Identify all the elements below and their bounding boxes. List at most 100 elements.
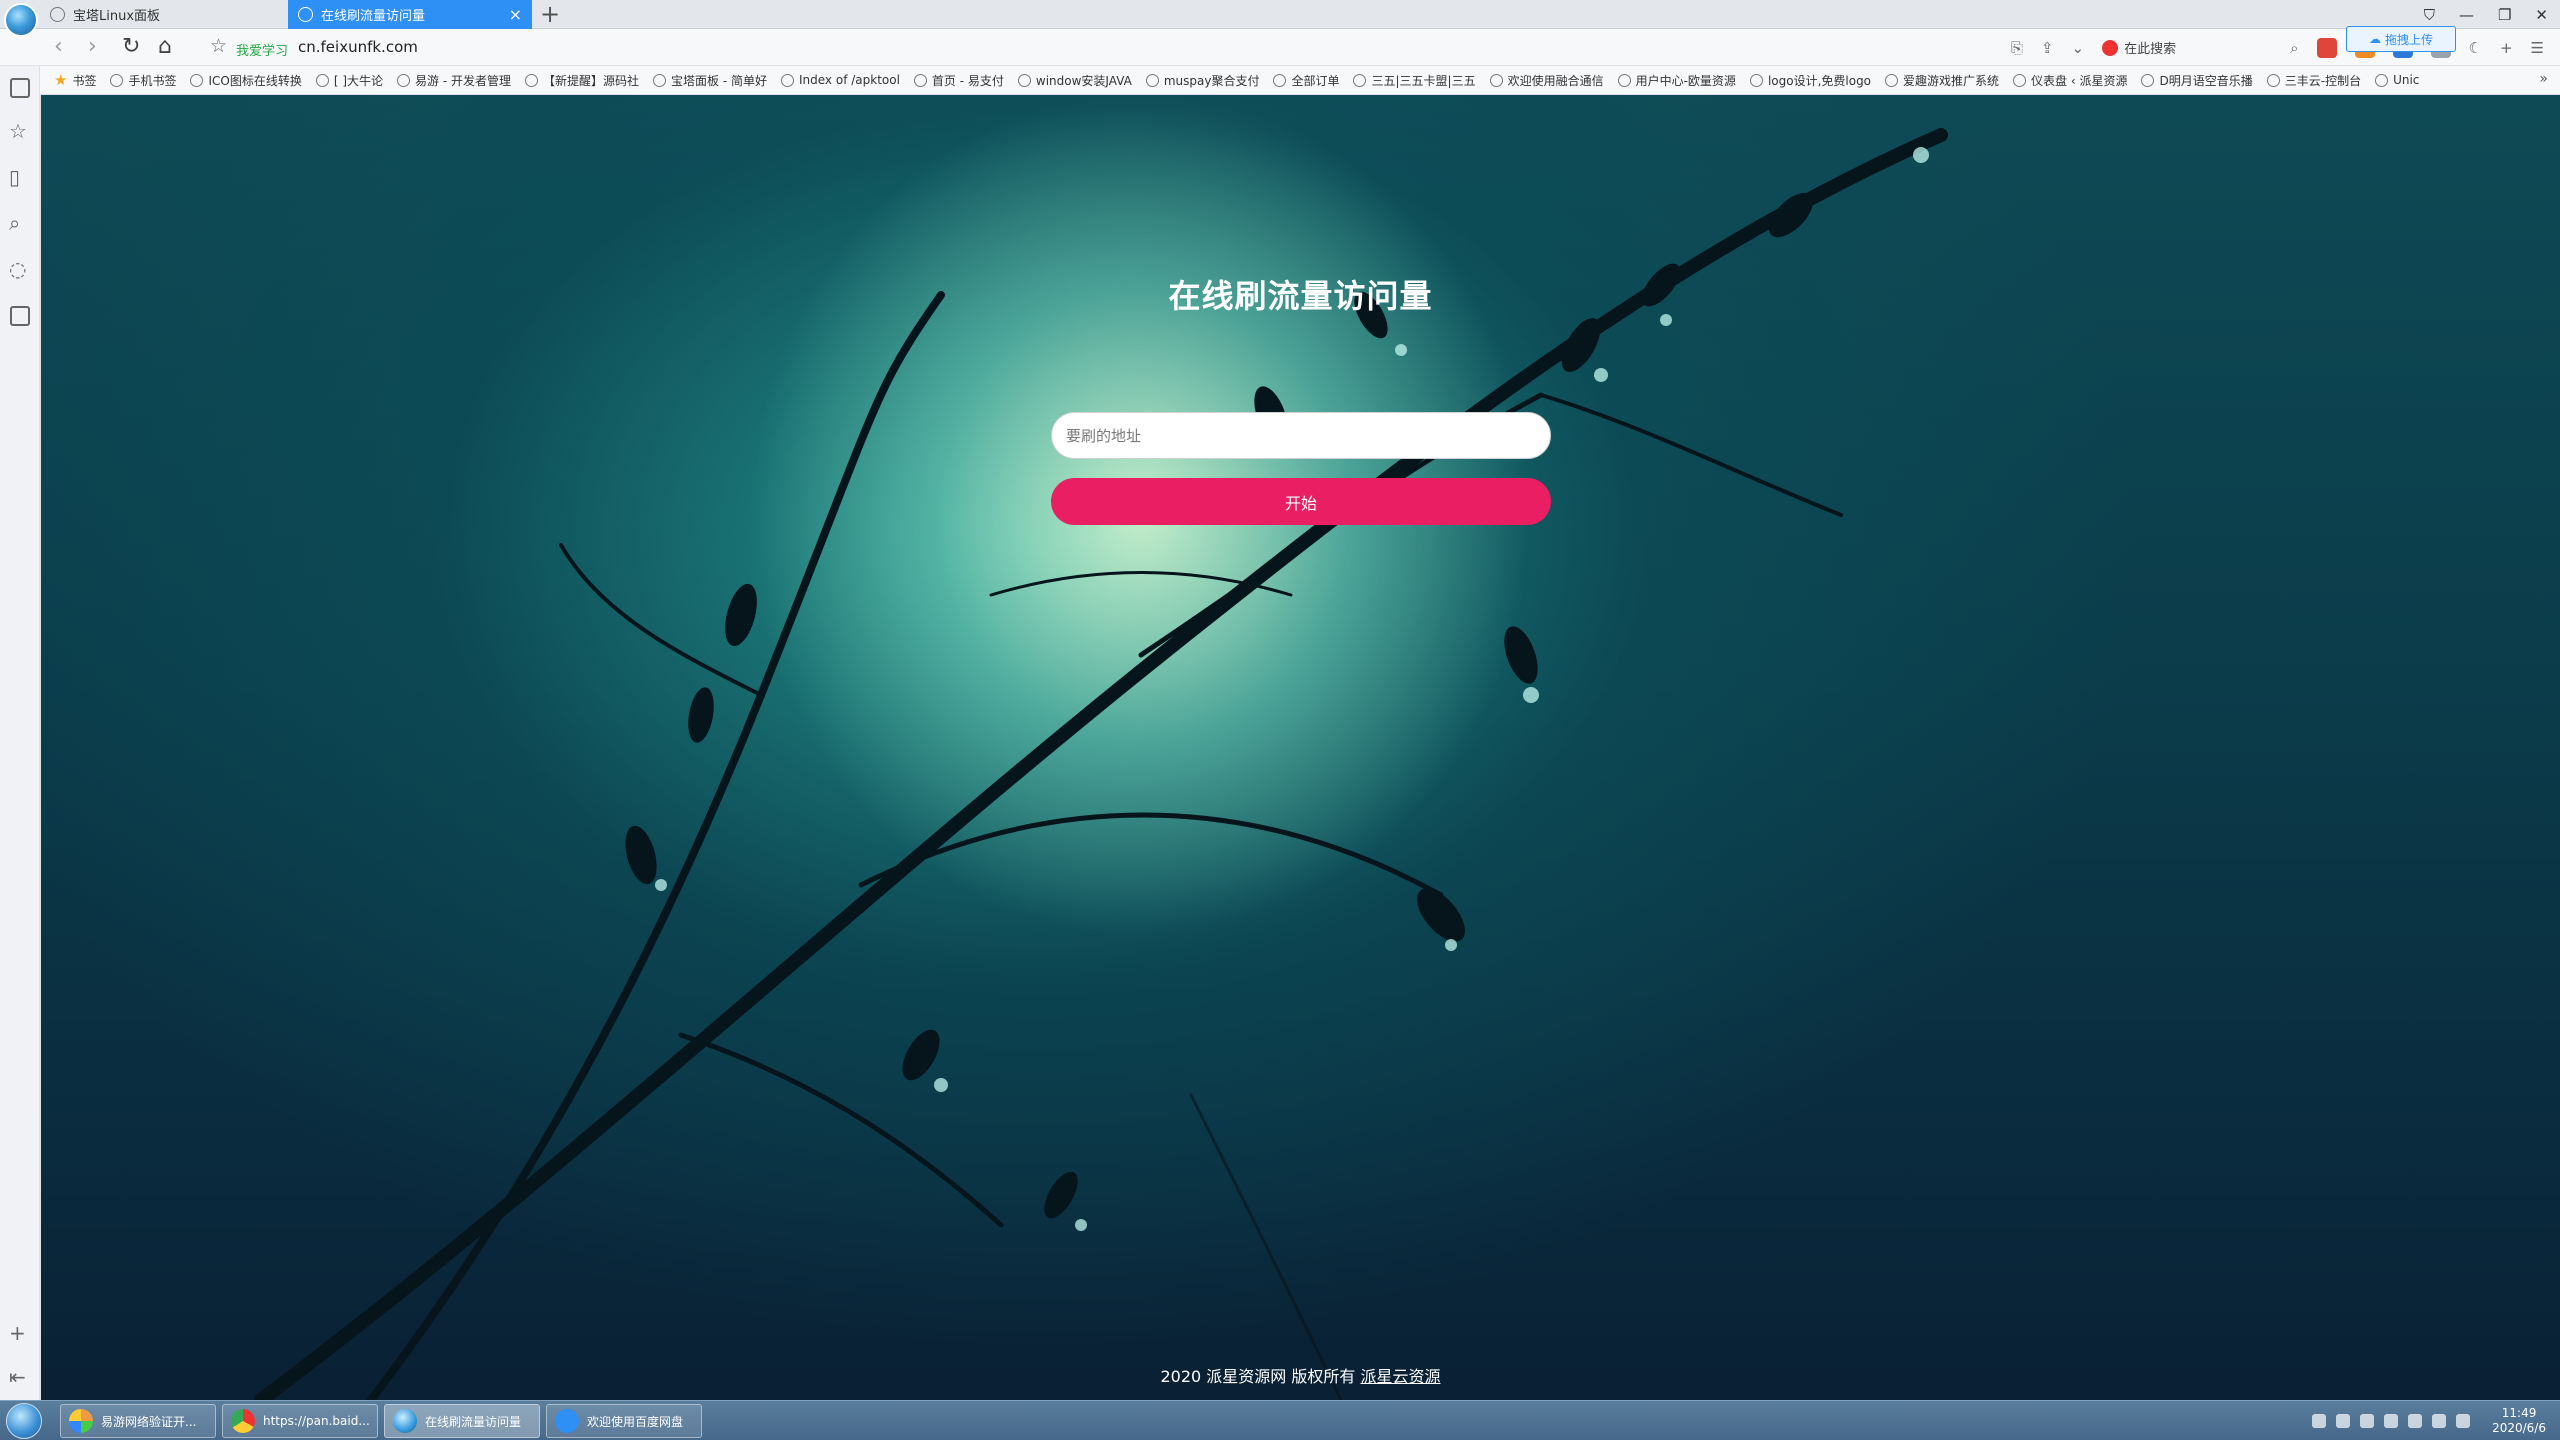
bookmark-item[interactable]: 欢迎使用融合通信 xyxy=(1489,72,1604,89)
chrome-icon xyxy=(231,1409,255,1433)
baidu-tray-icon[interactable] xyxy=(2336,1414,2351,1428)
reload-icon[interactable]: ↻ xyxy=(122,35,140,59)
bookmark-item[interactable]: 【新提醒】源码社 xyxy=(525,72,639,89)
browser-icon xyxy=(393,1409,417,1433)
tab-strip: 宝塔Linux面板 在线刷流量访问量 × + ⛉ — ❐ ✕ xyxy=(0,0,2560,37)
url-field[interactable]: cn.feixunfk.com xyxy=(298,38,418,56)
menu-icon[interactable]: ☰ xyxy=(2531,39,2544,57)
bookmark-label: window安装JAVA xyxy=(1035,73,1132,88)
tab-label: 宝塔Linux面板 xyxy=(73,9,161,24)
tab-traffic[interactable]: 在线刷流量访问量 × xyxy=(288,0,532,29)
taskbar-item[interactable]: 易游网络验证开... xyxy=(60,1404,216,1438)
taskbar-label: 易游网络验证开... xyxy=(101,1414,197,1429)
share-icon[interactable]: ⇪ xyxy=(2041,39,2054,57)
taskbar-item[interactable]: 欢迎使用百度网盘 xyxy=(546,1404,702,1438)
minimize-button[interactable]: — xyxy=(2459,6,2474,24)
bookmark-item[interactable]: 三丰云-控制台 xyxy=(2266,72,2361,89)
site-tag[interactable]: 我爱学习 xyxy=(236,40,288,59)
bookmark-label: logo设计,免费logo xyxy=(1767,73,1872,88)
news-icon[interactable] xyxy=(10,78,30,98)
bookmark-item[interactable]: 手机书签 xyxy=(110,72,176,89)
bookmark-item[interactable]: D明月语空音乐播 xyxy=(2141,72,2253,89)
site-favicon-icon xyxy=(913,73,927,87)
target-url-input[interactable] xyxy=(1051,412,1551,459)
cloud-icon: ☁ xyxy=(2368,32,2381,46)
close-window-button[interactable]: ✕ xyxy=(2535,6,2548,24)
bookmarks-bar: ★ 书签 手机书签 ICO图标在线转换 [ ]大牛论 易游 - 开发者管理 【新提醒】源码社… xyxy=(40,66,2560,95)
bookmark-item[interactable]: logo设计,免费logo xyxy=(1749,72,1872,89)
site-favicon-icon xyxy=(1749,73,1763,87)
clock[interactable]: 11:49 2020/6/6 xyxy=(2492,1406,2546,1436)
skin-icon[interactable]: ⛉ xyxy=(2424,6,2435,24)
restore-button[interactable]: ❐ xyxy=(2498,6,2511,24)
search-engine-icon[interactable] xyxy=(2102,39,2119,56)
bookmark-item[interactable]: 宝塔面板 - 简单好 xyxy=(653,72,767,89)
collapse-sidebar-icon[interactable]: ⇤ xyxy=(9,1366,26,1388)
reader-book-icon[interactable]: ▯ xyxy=(9,166,20,188)
bookmark-item[interactable]: 三五|三五卡盟|三五 xyxy=(1353,72,1476,89)
keyboard-icon[interactable] xyxy=(2312,1414,2327,1428)
add-sidebar-icon[interactable]: + xyxy=(9,1322,26,1344)
site-favicon-icon xyxy=(397,73,411,87)
tab-baota[interactable]: 宝塔Linux面板 xyxy=(40,0,284,29)
monitor-icon[interactable] xyxy=(2432,1414,2447,1428)
bookmark-item[interactable]: ★ 书签 xyxy=(54,71,96,89)
favorites-star-icon[interactable]: ☆ xyxy=(9,120,27,142)
bookmark-item[interactable]: Unic xyxy=(2375,73,2419,87)
site-favicon-icon xyxy=(190,73,204,87)
notes-icon[interactable] xyxy=(10,306,30,326)
taskbar-item[interactable]: https://pan.baid... xyxy=(222,1404,378,1438)
bookmark-item[interactable]: 首页 - 易支付 xyxy=(913,72,1004,89)
site-favicon-icon xyxy=(1145,73,1159,87)
site-favicon-icon xyxy=(653,73,667,87)
forward-icon[interactable]: › xyxy=(88,35,97,59)
browser-logo-icon[interactable] xyxy=(4,3,38,37)
bookmark-label: 三五|三五卡盟|三五 xyxy=(1371,73,1476,88)
bookmark-item[interactable]: Index of /apktool xyxy=(781,73,900,87)
search-icon[interactable]: ⌕ xyxy=(2290,39,2298,57)
page-title: 在线刷流量访问量 xyxy=(1168,277,1433,315)
new-tab-button[interactable]: + xyxy=(540,1,560,27)
bookmark-label: 【新提醒】源码社 xyxy=(543,73,640,88)
network-status-icon[interactable] xyxy=(2408,1414,2423,1428)
bookmark-label: [ ]大牛论 xyxy=(333,73,384,88)
bookmark-item[interactable]: 用户中心-欧量资源 xyxy=(1617,72,1736,89)
bookmark-item[interactable]: window安装JAVA xyxy=(1017,72,1132,89)
bookmark-item[interactable]: 爱趣游戏推广系统 xyxy=(1885,72,1999,89)
more-bookmarks-icon[interactable]: » xyxy=(2539,71,2548,87)
extension-red-icon[interactable] xyxy=(2316,37,2337,58)
dropdown-chevron-icon[interactable]: ⌄ xyxy=(2072,39,2085,57)
start-button-icon[interactable] xyxy=(6,1403,42,1439)
night-mode-icon[interactable]: ☾ xyxy=(2469,39,2482,57)
back-icon[interactable]: ‹ xyxy=(54,35,63,59)
bookmark-item[interactable]: 易游 - 开发者管理 xyxy=(397,72,511,89)
security-icon[interactable] xyxy=(2384,1414,2399,1428)
upload-badge[interactable]: ☁ 拖拽上传 xyxy=(2346,26,2456,52)
bookmark-item[interactable]: [ ]大牛论 xyxy=(315,72,384,89)
search-box[interactable]: 在此搜索 xyxy=(2102,38,2272,57)
start-button[interactable]: 开始 xyxy=(1051,478,1551,525)
volume-icon[interactable] xyxy=(2456,1414,2471,1428)
site-favicon-icon xyxy=(2013,73,2027,87)
site-favicon-icon xyxy=(315,73,329,87)
site-favicon-icon xyxy=(2375,73,2389,87)
qq-icon[interactable] xyxy=(2360,1414,2375,1428)
add-icon[interactable]: + xyxy=(2500,39,2513,57)
home-icon[interactable]: ⌂ xyxy=(158,35,172,59)
chat-icon[interactable]: ◌ xyxy=(9,258,26,280)
bookmark-label: Index of /apktool xyxy=(799,73,900,87)
bookmark-item[interactable]: 仪表盘 ‹ 派星资源 xyxy=(2013,72,2127,89)
compat-mode-icon[interactable]: ⎘ xyxy=(2011,39,2023,57)
bookmark-item[interactable]: 全部订单 xyxy=(1273,72,1339,89)
taskbar-label: 在线刷流量访问量 xyxy=(425,1414,522,1429)
search-icon[interactable]: ⌕ xyxy=(9,212,20,234)
site-favicon-icon xyxy=(781,73,794,87)
taskbar-item[interactable]: 在线刷流量访问量 xyxy=(384,1404,540,1438)
tab-close-icon[interactable]: × xyxy=(509,5,522,24)
bookmark-item[interactable]: muspay聚合支付 xyxy=(1145,72,1259,89)
bookmark-item[interactable]: ICO图标在线转换 xyxy=(190,72,302,89)
bookmark-star-icon[interactable]: ☆ xyxy=(210,35,227,57)
footer-link[interactable]: 派星云资源 xyxy=(1360,1367,1440,1386)
app-icon xyxy=(69,1409,93,1433)
bookmark-label: 易游 - 开发者管理 xyxy=(415,73,512,88)
